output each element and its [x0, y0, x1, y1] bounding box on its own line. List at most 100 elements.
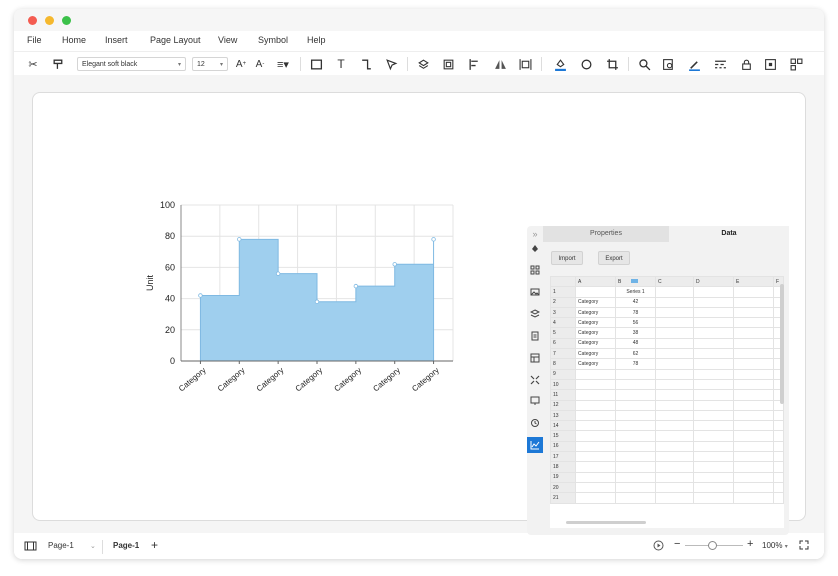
- table-cell[interactable]: Category: [575, 296, 616, 308]
- table-cell[interactable]: [655, 451, 694, 463]
- table-cell[interactable]: [575, 481, 616, 494]
- horizontal-scrollbar[interactable]: [566, 521, 646, 524]
- table-cell[interactable]: [575, 471, 616, 483]
- menu-page-layout[interactable]: Page Layout: [150, 35, 201, 45]
- table-cell[interactable]: [615, 451, 656, 463]
- table-cell[interactable]: [693, 440, 734, 453]
- table-cell[interactable]: [575, 368, 616, 380]
- drawing-page[interactable]: 0 20 40 60 80 100 Category Category Category Cate…: [32, 92, 806, 535]
- fill-color-icon[interactable]: [550, 56, 570, 72]
- table-cell[interactable]: [773, 440, 784, 453]
- table-cell[interactable]: [733, 461, 774, 473]
- zoom-in-icon[interactable]: +: [747, 538, 753, 550]
- table-cell[interactable]: [733, 337, 774, 350]
- table-cell[interactable]: [773, 471, 784, 483]
- table-cell[interactable]: [655, 461, 694, 473]
- flip-icon[interactable]: [492, 56, 508, 72]
- table-cell[interactable]: [693, 481, 734, 494]
- table-cell[interactable]: [773, 420, 784, 432]
- table-cell[interactable]: 42: [615, 296, 656, 308]
- table-cell[interactable]: Category: [575, 327, 616, 339]
- row-header[interactable]: 10: [550, 378, 576, 391]
- connector-icon[interactable]: [358, 56, 374, 72]
- lock-icon[interactable]: [736, 56, 756, 72]
- shape-style-icon[interactable]: [576, 56, 596, 72]
- more-tools-icon[interactable]: [786, 56, 806, 72]
- table-cell[interactable]: [575, 430, 616, 442]
- table-cell[interactable]: [615, 461, 656, 473]
- row-header[interactable]: 8: [550, 358, 576, 370]
- table-cell[interactable]: [733, 378, 774, 391]
- table-cell[interactable]: [655, 440, 694, 453]
- line-style-icon[interactable]: [710, 56, 730, 72]
- table-cell[interactable]: [575, 451, 616, 463]
- table-cell[interactable]: [693, 327, 734, 339]
- table-cell[interactable]: [575, 440, 616, 453]
- table-cell[interactable]: [693, 430, 734, 442]
- fullscreen-icon[interactable]: [799, 540, 809, 552]
- table-cell[interactable]: [773, 461, 784, 473]
- presentation-icon[interactable]: [529, 395, 541, 407]
- zoom-out-icon[interactable]: −: [674, 538, 680, 550]
- menu-help[interactable]: Help: [307, 35, 326, 45]
- table-cell[interactable]: [693, 378, 734, 391]
- layers-icon[interactable]: [415, 56, 431, 72]
- table-cell[interactable]: [655, 348, 694, 360]
- table-cell[interactable]: [693, 358, 734, 370]
- table-cell[interactable]: [733, 492, 774, 504]
- row-header[interactable]: 13: [550, 409, 576, 422]
- row-header[interactable]: 2: [550, 296, 576, 308]
- column-header[interactable]: E: [733, 276, 774, 288]
- menu-view[interactable]: View: [218, 35, 237, 45]
- pointer-icon[interactable]: [383, 56, 399, 72]
- row-header[interactable]: 3: [550, 306, 576, 319]
- table-cell[interactable]: [655, 492, 694, 504]
- minimize-window-button[interactable]: [45, 16, 54, 25]
- grid-icon[interactable]: [529, 264, 541, 276]
- table-cell[interactable]: [655, 327, 694, 339]
- menu-symbol[interactable]: Symbol: [258, 35, 288, 45]
- table-cell[interactable]: [693, 348, 734, 360]
- row-header[interactable]: 6: [550, 337, 576, 350]
- table-cell[interactable]: [575, 378, 616, 391]
- table-cell[interactable]: [615, 471, 656, 483]
- table-cell[interactable]: [733, 451, 774, 463]
- table-cell[interactable]: [693, 451, 734, 463]
- table-cell[interactable]: Series 1: [615, 286, 656, 298]
- table-cell[interactable]: [773, 481, 784, 494]
- close-window-button[interactable]: [28, 16, 37, 25]
- table-cell[interactable]: [733, 348, 774, 360]
- table-cell[interactable]: [575, 420, 616, 432]
- table-cell[interactable]: [575, 399, 616, 411]
- distribute-icon[interactable]: [517, 56, 533, 72]
- table-cell[interactable]: [693, 420, 734, 432]
- column-header[interactable]: D: [693, 276, 734, 288]
- import-button[interactable]: Import: [551, 251, 583, 265]
- page-selector[interactable]: Page-1 ⌄: [48, 541, 96, 550]
- table-cell[interactable]: [575, 409, 616, 422]
- table-cell[interactable]: [733, 358, 774, 370]
- table-cell[interactable]: 56: [615, 317, 656, 329]
- table-cell[interactable]: [615, 430, 656, 442]
- table-cell[interactable]: [693, 409, 734, 422]
- fill-icon[interactable]: [529, 243, 541, 255]
- menu-insert[interactable]: Insert: [105, 35, 128, 45]
- crop-icon[interactable]: [602, 56, 622, 72]
- data-spreadsheet[interactable]: A B C D E F 1 Series 1 2 Category 42 3 Category 78 4 Ca…: [550, 276, 784, 528]
- table-cell[interactable]: [655, 409, 694, 422]
- collapse-icon[interactable]: »: [529, 228, 541, 240]
- image-icon[interactable]: [529, 286, 541, 298]
- cut-icon[interactable]: ✂: [25, 56, 41, 72]
- table-cell[interactable]: [733, 327, 774, 339]
- chart-data-icon[interactable]: [527, 437, 543, 453]
- row-header[interactable]: 17: [550, 451, 576, 463]
- table-cell[interactable]: [615, 378, 656, 391]
- column-header[interactable]: B: [615, 276, 656, 288]
- table-cell[interactable]: [615, 409, 656, 422]
- row-header[interactable]: 21: [550, 492, 576, 504]
- table-cell[interactable]: [575, 492, 616, 504]
- line-color-icon[interactable]: [684, 56, 704, 72]
- row-header[interactable]: 19: [550, 471, 576, 483]
- table-cell[interactable]: [733, 389, 774, 401]
- row-header[interactable]: 15: [550, 430, 576, 442]
